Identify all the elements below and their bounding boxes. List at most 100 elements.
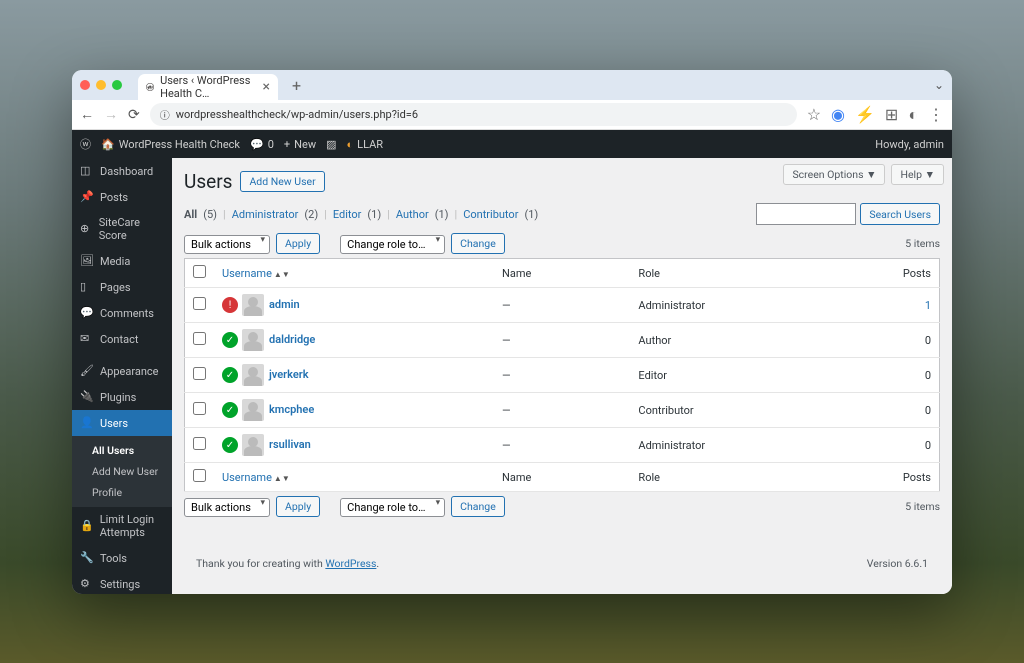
search-users-button[interactable]: Search Users: [860, 203, 940, 225]
check-icon: ✓: [222, 402, 238, 418]
wp-logo-icon[interactable]: ⓦ: [80, 136, 91, 152]
add-new-user-button[interactable]: Add New User: [240, 171, 324, 192]
cell-posts: 0: [880, 428, 940, 463]
sidebar-item-comments[interactable]: 💬Comments: [72, 300, 172, 326]
site-info-icon[interactable]: ⓘ: [160, 107, 170, 122]
sidebar-item-media[interactable]: 🖼Media: [72, 248, 172, 274]
col-username-bottom[interactable]: Username▲▼: [222, 471, 290, 484]
maximize-window-icon[interactable]: [112, 80, 122, 90]
menu-icon[interactable]: ⋮: [928, 105, 944, 124]
account-icon[interactable]: ◐: [908, 105, 918, 125]
help-tab[interactable]: Help ▼: [891, 164, 944, 185]
url-field[interactable]: ⓘ wordpresshealthcheck/wp-admin/users.ph…: [150, 103, 797, 126]
new-content-link[interactable]: + New: [284, 138, 316, 151]
sidebar-item-settings[interactable]: ⚙Settings: [72, 571, 172, 594]
cell-role: Contributor: [630, 393, 879, 428]
sidebar-item-contact[interactable]: ✉Contact: [72, 326, 172, 352]
pages-icon: ▯: [80, 280, 94, 294]
row-checkbox[interactable]: [193, 402, 206, 415]
sort-icon: ▲▼: [274, 270, 290, 279]
reload-button[interactable]: ⟳: [128, 107, 140, 123]
llar-link[interactable]: ◐ LLAR: [347, 138, 384, 151]
site-link[interactable]: 🏠 WordPress Health Check: [101, 138, 240, 151]
posts-link[interactable]: 1: [925, 299, 931, 312]
items-count-top: 5 items: [905, 237, 940, 250]
filter-author[interactable]: Author: [396, 208, 429, 221]
sidebar-sub-profile[interactable]: Profile: [72, 482, 172, 503]
row-checkbox[interactable]: [193, 437, 206, 450]
forward-button[interactable]: →: [104, 106, 118, 123]
username-link[interactable]: kmcphee: [269, 403, 314, 416]
sidebar-sub-all-users[interactable]: All Users: [72, 440, 172, 461]
check-icon: ✓: [222, 332, 238, 348]
filter-editor[interactable]: Editor: [333, 208, 362, 221]
close-window-icon[interactable]: [80, 80, 90, 90]
sidebar-item-limit-login[interactable]: 🔒Limit Login Attempts: [72, 507, 172, 545]
change-role-select[interactable]: Change role to…: [340, 235, 445, 254]
close-tab-icon[interactable]: ×: [263, 79, 270, 95]
chevron-down-icon[interactable]: ⌄: [934, 78, 944, 92]
select-all-checkbox-bottom[interactable]: [193, 469, 206, 482]
bulk-actions-select-bottom[interactable]: Bulk actions: [184, 498, 270, 517]
username-link[interactable]: daldridge: [269, 333, 315, 346]
extensions-icon[interactable]: ⊞: [885, 105, 898, 124]
change-role-button-bottom[interactable]: Change: [451, 496, 505, 517]
change-role-button[interactable]: Change: [451, 233, 505, 254]
howdy-link[interactable]: Howdy, admin: [875, 138, 944, 151]
sidebar-item-sitecare[interactable]: ⊕SiteCare Score: [72, 210, 172, 248]
url-text: wordpresshealthcheck/wp-admin/users.php?…: [176, 108, 418, 121]
change-role-select-bottom[interactable]: Change role to…: [340, 498, 445, 517]
star-icon[interactable]: ☆: [807, 105, 821, 124]
sidebar-users-submenu: All Users Add New User Profile: [72, 436, 172, 507]
alert-icon: !: [222, 297, 238, 313]
address-bar: ← → ⟳ ⓘ wordpresshealthcheck/wp-admin/us…: [72, 100, 952, 130]
sidebar-item-tools[interactable]: 🔧Tools: [72, 545, 172, 571]
sidebar-sub-add-user[interactable]: Add New User: [72, 461, 172, 482]
sidebar-item-pages[interactable]: ▯Pages: [72, 274, 172, 300]
sidebar-item-appearance[interactable]: 🖌Appearance: [72, 358, 172, 384]
select-all-checkbox[interactable]: [193, 265, 206, 278]
username-link[interactable]: admin: [269, 298, 300, 311]
cell-posts: 0: [880, 393, 940, 428]
row-checkbox[interactable]: [193, 332, 206, 345]
extension-icon-1[interactable]: ◉: [831, 105, 845, 124]
col-username[interactable]: Username▲▼: [222, 267, 290, 280]
filter-all[interactable]: All: [184, 208, 197, 221]
screen-options-tab[interactable]: Screen Options ▼: [783, 164, 885, 185]
row-checkbox[interactable]: [193, 297, 206, 310]
cell-posts: 1: [880, 288, 940, 323]
filter-contributor[interactable]: Contributor: [463, 208, 518, 221]
filter-administrator[interactable]: Administrator: [232, 208, 299, 221]
avatar: [242, 294, 264, 316]
wrench-icon: 🔧: [80, 551, 94, 565]
col-role-bottom: Role: [630, 463, 879, 492]
col-role: Role: [630, 259, 879, 288]
username-link[interactable]: jverkerk: [269, 368, 309, 381]
comments-link[interactable]: 💬 0: [250, 138, 274, 151]
browser-tab[interactable]: Users ‹ WordPress Health C… ×: [138, 74, 278, 100]
sidebar-item-dashboard[interactable]: ◫Dashboard: [72, 158, 172, 184]
cell-name: —: [494, 393, 630, 428]
sidebar-item-posts[interactable]: 📌Posts: [72, 184, 172, 210]
bulk-actions-select[interactable]: Bulk actions: [184, 235, 270, 254]
back-button[interactable]: ←: [80, 106, 94, 123]
new-tab-button[interactable]: +: [286, 76, 307, 95]
window-controls: [80, 80, 122, 90]
search-users-input[interactable]: [756, 203, 856, 225]
extension-icon-2[interactable]: ⚡: [855, 105, 875, 124]
sitecare-icon: ⊕: [80, 222, 93, 236]
avatar: [242, 329, 264, 351]
yoast-bar-icon[interactable]: ▨: [326, 138, 336, 151]
username-link[interactable]: rsullivan: [269, 438, 311, 451]
sidebar-item-users[interactable]: 👤Users: [72, 410, 172, 436]
wordpress-link[interactable]: WordPress: [325, 557, 376, 570]
cell-role: Editor: [630, 358, 879, 393]
sidebar-item-plugins[interactable]: 🔌Plugins: [72, 384, 172, 410]
apply-bulk-button[interactable]: Apply: [276, 233, 320, 254]
avatar: [242, 399, 264, 421]
apply-bulk-button-bottom[interactable]: Apply: [276, 496, 320, 517]
cell-name: —: [494, 428, 630, 463]
minimize-window-icon[interactable]: [96, 80, 106, 90]
row-checkbox[interactable]: [193, 367, 206, 380]
wp-body: ◫Dashboard 📌Posts ⊕SiteCare Score 🖼Media…: [72, 158, 952, 594]
